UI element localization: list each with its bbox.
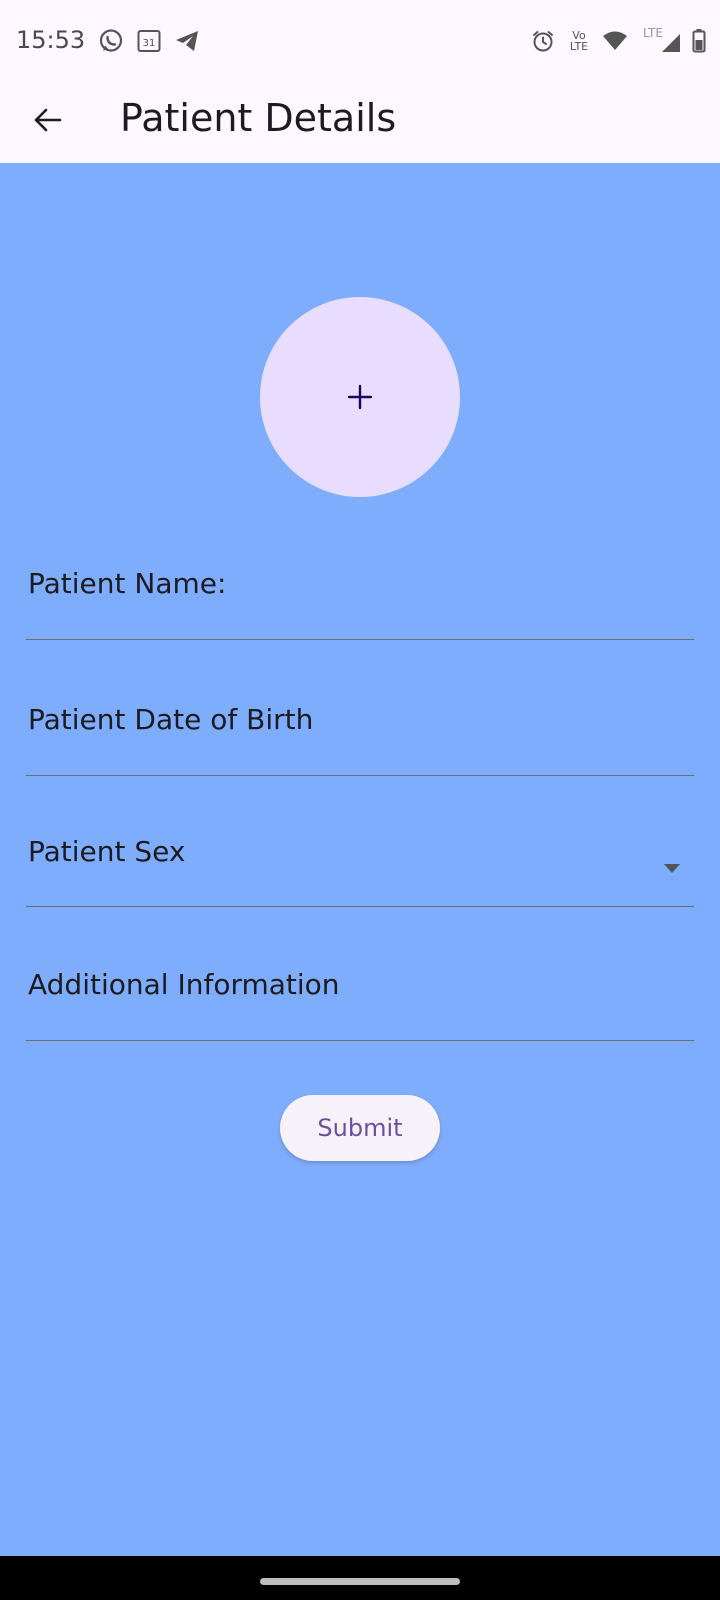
patient-sex-label: Patient Sex bbox=[28, 835, 186, 868]
add-photo-button[interactable] bbox=[260, 297, 460, 497]
wifi-icon bbox=[602, 28, 628, 54]
patient-sex-dropdown[interactable]: Patient Sex bbox=[26, 827, 694, 907]
additional-info-field[interactable]: Additional Information bbox=[26, 959, 694, 1041]
dropdown-arrow-icon bbox=[664, 864, 680, 873]
status-notification-icons: 31 bbox=[98, 28, 200, 54]
home-gesture-handle[interactable] bbox=[260, 1578, 460, 1585]
app-bar: Patient Details bbox=[0, 84, 720, 163]
patient-dob-field[interactable]: Patient Date of Birth bbox=[26, 693, 694, 776]
additional-info-label: Additional Information bbox=[28, 968, 340, 1001]
system-nav-bar bbox=[0, 1556, 720, 1600]
volte-icon: Vo LTE bbox=[566, 28, 592, 54]
patient-form: Patient Name: Patient Date of Birth Pati… bbox=[0, 163, 720, 1556]
patient-name-field[interactable]: Patient Name: bbox=[26, 557, 694, 640]
arrow-back-icon bbox=[34, 108, 62, 132]
telegram-icon bbox=[174, 28, 200, 54]
status-time: 15:53 bbox=[16, 26, 86, 54]
lte-label: LTE bbox=[643, 26, 663, 40]
page-title: Patient Details bbox=[120, 96, 397, 140]
whatsapp-icon bbox=[98, 28, 124, 54]
status-system-icons: Vo LTE LTE bbox=[530, 26, 706, 54]
lte-signal-icon: LTE bbox=[638, 26, 682, 54]
status-bar: 15:53 31 Vo LTE LTE bbox=[0, 0, 720, 84]
plus-icon bbox=[347, 384, 373, 410]
patient-name-label: Patient Name: bbox=[28, 567, 227, 600]
volte-bottom-label: LTE bbox=[569, 40, 589, 53]
battery-icon bbox=[692, 28, 706, 54]
patient-dob-label: Patient Date of Birth bbox=[28, 703, 314, 736]
calendar-day: 31 bbox=[143, 38, 156, 49]
calendar-icon: 31 bbox=[136, 28, 162, 54]
alarm-icon bbox=[530, 28, 556, 54]
back-button[interactable] bbox=[28, 100, 68, 140]
submit-button[interactable]: Submit bbox=[280, 1095, 440, 1161]
